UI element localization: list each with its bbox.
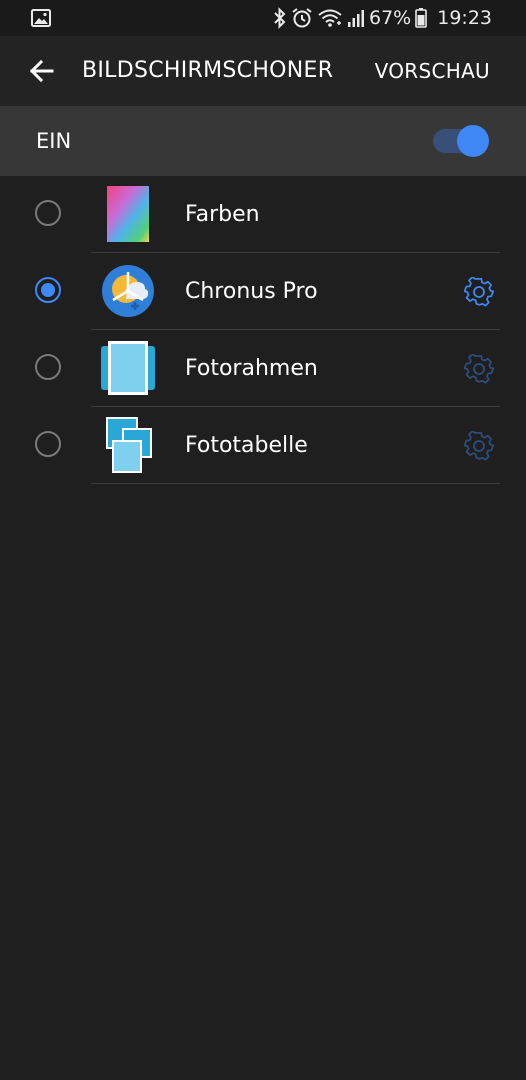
list-item-label: Fototabelle	[185, 433, 308, 458]
image-notification-icon	[31, 9, 51, 31]
colors-gradient-icon	[100, 185, 156, 243]
settings-gear-icon[interactable]	[463, 276, 495, 307]
page-title: BILDSCHIRMSCHONER	[82, 58, 334, 83]
master-toggle-switch[interactable]	[433, 125, 489, 157]
battery-percent: 67%	[369, 7, 412, 29]
list-item-fototabelle[interactable]: Fototabelle	[0, 407, 526, 484]
radio-button-chronus-pro[interactable]	[35, 277, 61, 303]
photo-table-icon	[100, 416, 156, 474]
app-bar: BILDSCHIRMSCHONER VORSCHAU	[0, 36, 526, 106]
arrow-left-icon	[29, 59, 54, 83]
radio-button-fotorahmen[interactable]	[35, 354, 61, 380]
radio-button-fototabelle[interactable]	[35, 431, 61, 457]
toggle-thumb	[457, 125, 489, 157]
list-item-label: Farben	[185, 202, 260, 227]
photo-frame-icon	[100, 339, 156, 397]
settings-gear-icon[interactable]	[463, 353, 495, 384]
status-icons: 67% 19:23	[273, 0, 492, 36]
alarm-icon	[291, 7, 313, 29]
list-item-label: Fotorahmen	[185, 356, 318, 381]
list-item-farben[interactable]: Farben	[0, 176, 526, 253]
divider	[91, 483, 500, 484]
list-item-label: Chronus Pro	[185, 279, 318, 304]
clock: 19:23	[437, 7, 492, 29]
bluetooth-icon	[273, 7, 287, 29]
radio-button-farben[interactable]	[35, 200, 61, 226]
wifi-icon	[317, 7, 343, 29]
master-switch-bar[interactable]: EIN	[0, 106, 526, 176]
preview-button[interactable]: VORSCHAU	[375, 36, 490, 106]
battery-icon	[415, 8, 428, 28]
status-bar: 67% 19:23	[0, 0, 526, 36]
list-item-fotorahmen[interactable]: Fotorahmen	[0, 330, 526, 407]
list-item-chronus-pro[interactable]: Chronus Pro	[0, 253, 526, 330]
back-button[interactable]	[24, 53, 60, 89]
signal-icon	[347, 8, 365, 28]
settings-gear-icon[interactable]	[463, 430, 495, 461]
master-switch-label: EIN	[36, 129, 72, 153]
chronus-pro-icon	[100, 262, 156, 320]
screensaver-list: Farben Chronus Pro Fotorahmen Fototabell…	[0, 176, 526, 484]
